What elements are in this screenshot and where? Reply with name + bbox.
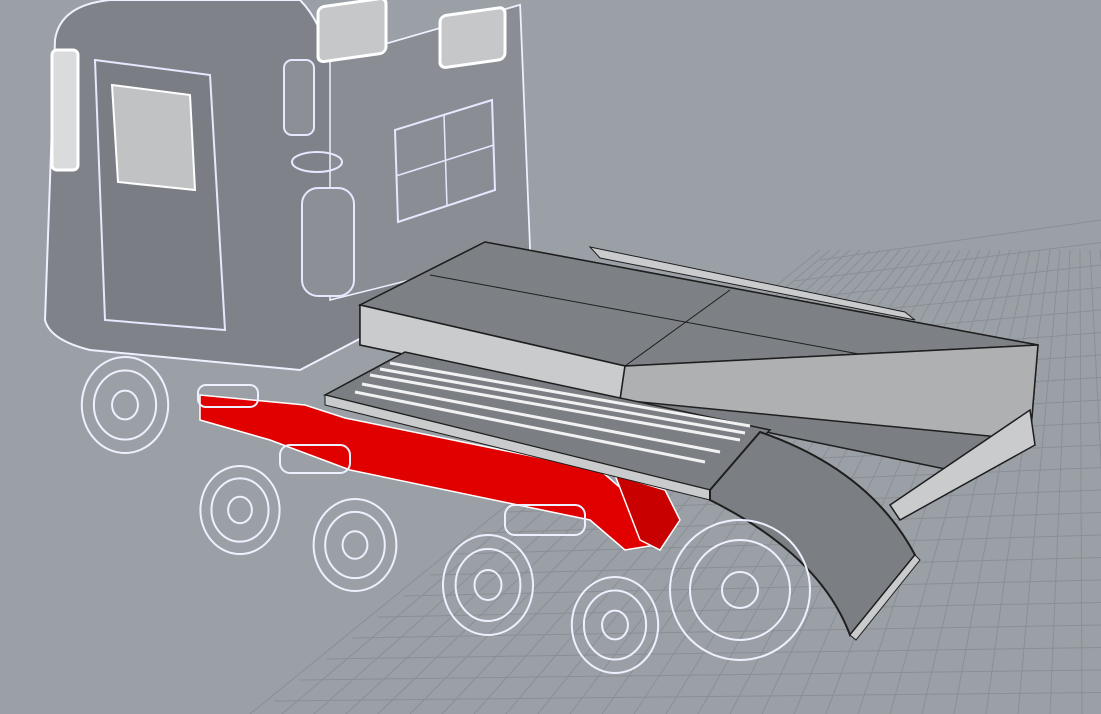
door-window — [110, 83, 197, 192]
cab-window-2 — [438, 6, 507, 69]
air-tank — [301, 187, 355, 297]
cab-window-1 — [316, 0, 388, 64]
rhino-perspective-viewport[interactable] — [0, 0, 1101, 714]
front-light-panel — [50, 48, 80, 172]
viewport-canvas[interactable] — [0, 0, 1101, 714]
mirror — [283, 59, 315, 136]
